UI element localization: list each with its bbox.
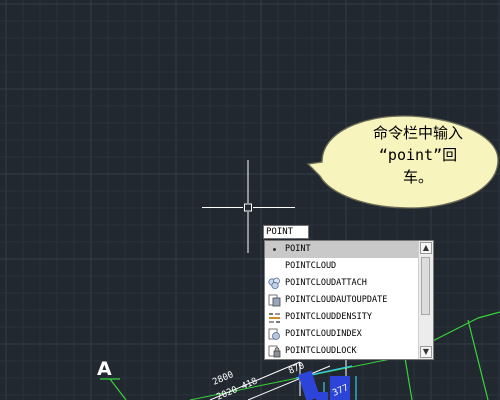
autocomplete-item-label: POINT bbox=[285, 244, 311, 254]
autocomplete-item-pointcloudautoupdate[interactable]: POINTCLOUDAUTOUPDATE bbox=[265, 292, 419, 309]
autocomplete-item-label: POINTCLOUDDENSITY bbox=[285, 312, 372, 322]
autocomplete-item-label: POINTCLOUDATTACH bbox=[285, 278, 367, 288]
point-cloud-lock-icon bbox=[268, 345, 281, 358]
autocomplete-item-label: POINTCLOUDLOCK bbox=[285, 346, 357, 356]
callout-line-1: 命令栏中输入 bbox=[372, 124, 463, 142]
point-cloud-attach-icon bbox=[268, 277, 280, 290]
autocomplete-item-pointcloud[interactable]: POINTCLOUD bbox=[265, 258, 419, 275]
dimension-text: 2800 bbox=[211, 370, 235, 388]
autocomplete-item-pointcloudlock[interactable]: POINTCLOUDLOCK bbox=[265, 343, 419, 359]
autocomplete-item-label: POINTCLOUDINDEX bbox=[285, 329, 362, 339]
drawing-outline-line bbox=[109, 378, 127, 400]
point-cloud-index-icon bbox=[268, 328, 280, 340]
drawing-outline-line bbox=[477, 311, 500, 319]
autocomplete-item-label: POINTCLOUDAUTOUPDATE bbox=[285, 295, 388, 305]
scroll-down-button[interactable]: ▼ bbox=[420, 346, 432, 358]
autocomplete-item-pointcloudindex[interactable]: POINTCLOUDINDEX bbox=[265, 326, 419, 343]
scrollbar-thumb[interactable] bbox=[421, 257, 430, 315]
autocomplete-item-pointcloudattach[interactable]: POINTCLOUDATTACH bbox=[265, 275, 419, 292]
callout-line-3: 车。 bbox=[402, 168, 433, 186]
point-dot-icon bbox=[273, 248, 276, 251]
point-cloud-autoupdate-icon bbox=[268, 294, 281, 307]
autocomplete-item-pointclouddensity[interactable]: POINTCLOUDDENSITY bbox=[265, 309, 419, 326]
scroll-up-button[interactable]: ▲ bbox=[420, 242, 432, 254]
callout-text: 命令栏中输入 “point”回 车。 bbox=[340, 122, 496, 188]
autocomplete-item-label: POINTCLOUD bbox=[285, 261, 337, 271]
callout-line-2: “point”回 bbox=[378, 146, 458, 164]
drawing-blue-block bbox=[316, 392, 328, 400]
drawing-label-a: A bbox=[97, 358, 112, 380]
point-cloud-density-icon bbox=[269, 313, 280, 323]
autocomplete-scrollbar[interactable]: ▲ ▼ bbox=[418, 241, 433, 359]
drawing-outline-line bbox=[467, 319, 489, 400]
command-autocomplete-list: POINT POINTCLOUD POINTCLOUDATTACH POINTC… bbox=[264, 240, 434, 360]
command-input[interactable]: POINT bbox=[263, 225, 309, 239]
autocomplete-item-point[interactable]: POINT bbox=[265, 241, 419, 258]
